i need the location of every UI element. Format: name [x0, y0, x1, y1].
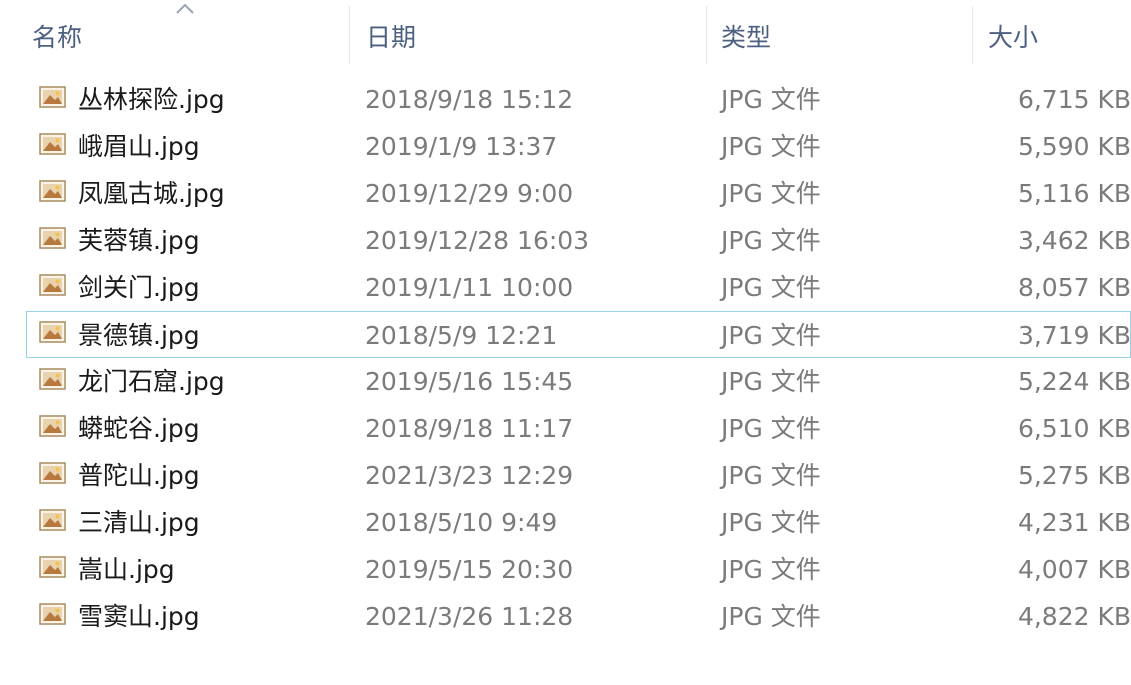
jpg-image-file-icon	[39, 227, 66, 249]
file-type: JPG 文件	[721, 555, 821, 584]
file-date: 2019/5/16 15:45	[365, 367, 574, 396]
column-header-type[interactable]: 类型	[707, 0, 973, 66]
file-date: 2018/9/18 15:12	[365, 85, 574, 114]
file-size: 6,715 KB	[1017, 85, 1131, 114]
jpg-image-file-icon	[39, 321, 66, 343]
jpg-image-file-icon	[39, 462, 66, 484]
file-type: JPG 文件	[721, 132, 821, 161]
file-date: 2019/1/9 13:37	[365, 132, 558, 161]
column-header-name[interactable]: 名称	[0, 0, 350, 66]
column-header-bar: 名称 日期 类型 大小	[0, 0, 1131, 66]
file-size: 4,007 KB	[1017, 555, 1131, 584]
file-type: JPG 文件	[721, 273, 821, 302]
file-row[interactable]: 普陀山.jpg 2021/3/23 12:29 JPG 文件 5,275 KB	[0, 452, 1131, 499]
file-row[interactable]: 蟒蛇谷.jpg 2018/9/18 11:17 JPG 文件 6,510 KB	[0, 405, 1131, 452]
file-type: JPG 文件	[721, 179, 821, 208]
jpg-image-file-icon	[39, 274, 66, 296]
file-size: 5,224 KB	[1017, 367, 1131, 396]
file-size: 6,510 KB	[1017, 414, 1131, 443]
file-name: 蟒蛇谷.jpg	[78, 414, 200, 443]
file-date: 2019/12/29 9:00	[365, 179, 574, 208]
file-date: 2019/12/28 16:03	[365, 226, 590, 255]
column-header-size-label: 大小	[988, 23, 1039, 52]
file-size: 5,116 KB	[1017, 179, 1131, 208]
file-name: 嵩山.jpg	[78, 555, 175, 584]
jpg-image-file-icon	[39, 603, 66, 625]
jpg-image-file-icon	[39, 509, 66, 531]
jpg-image-file-icon	[39, 368, 66, 390]
file-date: 2019/1/11 10:00	[365, 273, 574, 302]
column-header-date[interactable]: 日期	[350, 0, 707, 66]
jpg-image-file-icon	[39, 133, 66, 155]
file-date: 2021/3/26 11:28	[365, 602, 574, 631]
file-row[interactable]: 丛林探险.jpg 2018/9/18 15:12 JPG 文件 6,715 KB	[0, 76, 1131, 123]
file-size: 5,590 KB	[1017, 132, 1131, 161]
file-row[interactable]: 景德镇.jpg 2018/5/9 12:21 JPG 文件 3,719 KB	[26, 311, 1131, 358]
column-header-type-label: 类型	[721, 23, 772, 52]
column-header-date-label: 日期	[366, 23, 417, 52]
file-row[interactable]: 三清山.jpg 2018/5/10 9:49 JPG 文件 4,231 KB	[0, 499, 1131, 546]
file-date: 2019/5/15 20:30	[365, 555, 574, 584]
file-type: JPG 文件	[721, 226, 821, 255]
sort-ascending-icon	[176, 3, 194, 14]
jpg-image-file-icon	[39, 86, 66, 108]
column-header-name-label: 名称	[32, 23, 83, 52]
file-type: JPG 文件	[721, 321, 821, 350]
jpg-image-file-icon	[39, 556, 66, 578]
file-type: JPG 文件	[721, 508, 821, 537]
file-row[interactable]: 剑关门.jpg 2019/1/11 10:00 JPG 文件 8,057 KB	[0, 264, 1131, 311]
file-name: 普陀山.jpg	[78, 461, 200, 490]
file-type: JPG 文件	[721, 602, 821, 631]
file-name: 凤凰古城.jpg	[78, 179, 225, 208]
file-size: 8,057 KB	[1017, 273, 1131, 302]
file-row[interactable]: 峨眉山.jpg 2019/1/9 13:37 JPG 文件 5,590 KB	[0, 123, 1131, 170]
file-row[interactable]: 凤凰古城.jpg 2019/12/29 9:00 JPG 文件 5,116 KB	[0, 170, 1131, 217]
jpg-image-file-icon	[39, 415, 66, 437]
file-name: 雪窦山.jpg	[78, 602, 200, 631]
file-name: 龙门石窟.jpg	[78, 367, 225, 396]
file-list: 丛林探险.jpg 2018/9/18 15:12 JPG 文件 6,715 KB 峨眉山…	[0, 76, 1131, 640]
file-size: 5,275 KB	[1017, 461, 1131, 490]
file-type: JPG 文件	[721, 367, 821, 396]
file-date: 2018/5/10 9:49	[365, 508, 558, 537]
file-type: JPG 文件	[721, 461, 821, 490]
file-name: 三清山.jpg	[78, 508, 200, 537]
file-size: 3,719 KB	[1017, 321, 1131, 350]
file-row[interactable]: 芙蓉镇.jpg 2019/12/28 16:03 JPG 文件 3,462 KB	[0, 217, 1131, 264]
file-row[interactable]: 嵩山.jpg 2019/5/15 20:30 JPG 文件 4,007 KB	[0, 546, 1131, 593]
file-name: 芙蓉镇.jpg	[78, 226, 200, 255]
file-row[interactable]: 雪窦山.jpg 2021/3/26 11:28 JPG 文件 4,822 KB	[0, 593, 1131, 640]
file-type: JPG 文件	[721, 414, 821, 443]
file-name: 丛林探险.jpg	[78, 85, 225, 114]
file-name: 剑关门.jpg	[78, 273, 200, 302]
file-date: 2018/5/9 12:21	[365, 321, 558, 350]
file-size: 4,231 KB	[1017, 508, 1131, 537]
jpg-image-file-icon	[39, 180, 66, 202]
column-header-size[interactable]: 大小	[973, 0, 1131, 66]
file-row[interactable]: 龙门石窟.jpg 2019/5/16 15:45 JPG 文件 5,224 KB	[0, 358, 1131, 405]
file-date: 2018/9/18 11:17	[365, 414, 574, 443]
file-name: 峨眉山.jpg	[78, 132, 200, 161]
file-type: JPG 文件	[721, 85, 821, 114]
file-size: 4,822 KB	[1017, 602, 1131, 631]
file-name: 景德镇.jpg	[78, 321, 200, 350]
file-size: 3,462 KB	[1017, 226, 1131, 255]
file-date: 2021/3/23 12:29	[365, 461, 574, 490]
